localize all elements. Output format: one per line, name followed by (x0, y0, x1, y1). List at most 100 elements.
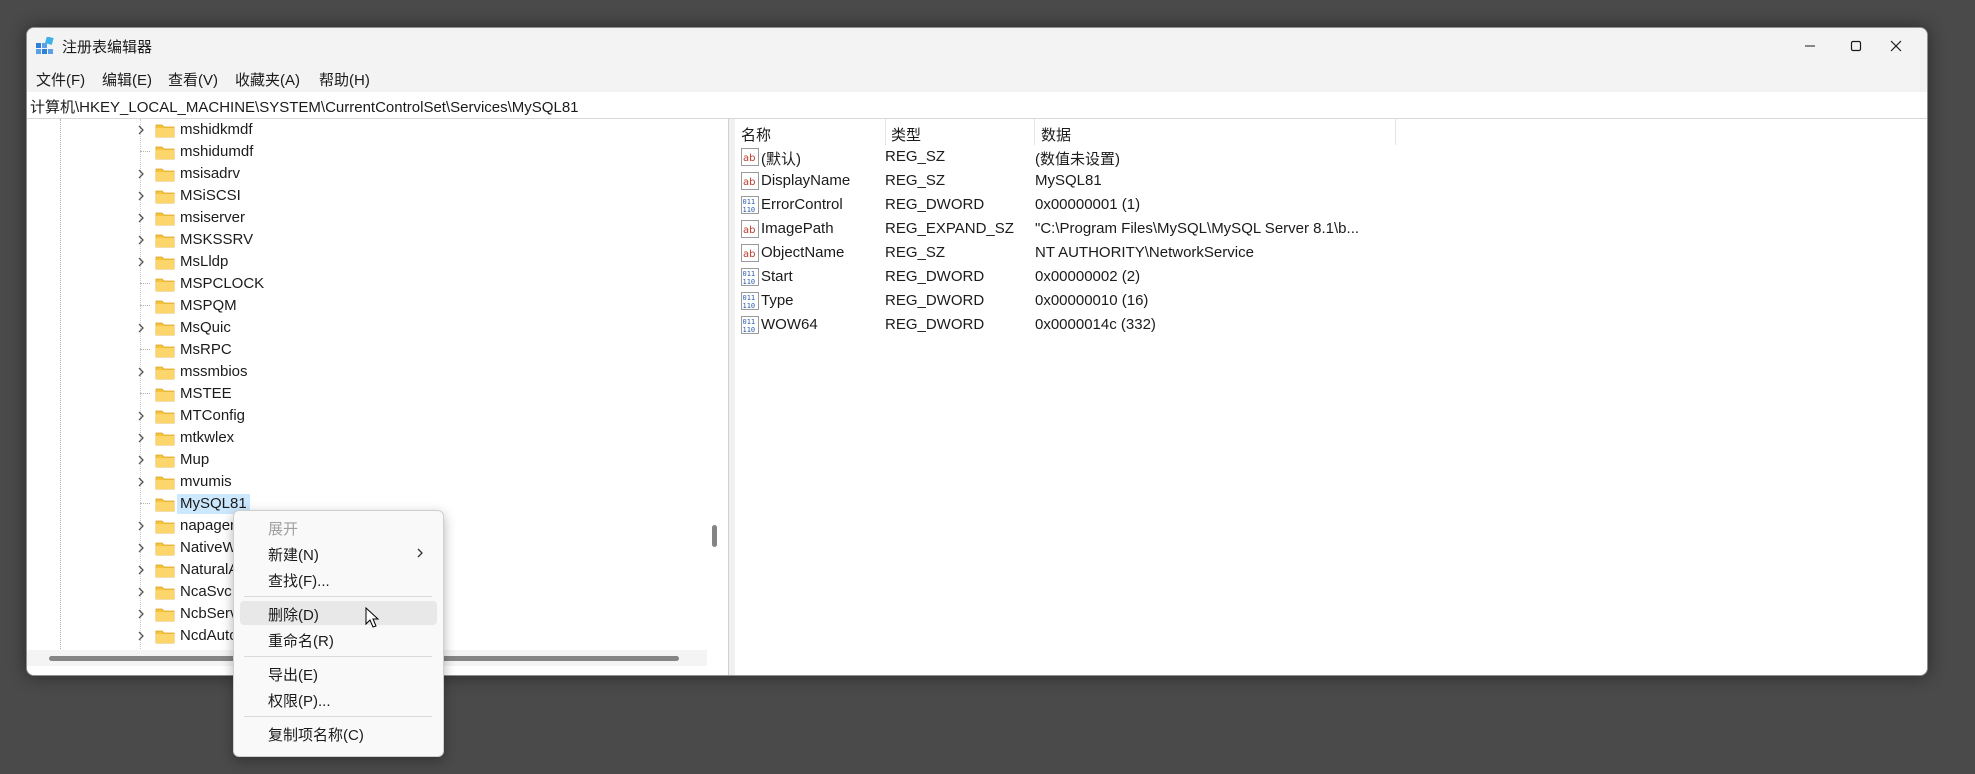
value-row[interactable]: ab (默认) REG_SZ (数值未设置) (735, 145, 1435, 169)
address-bar[interactable]: 计算机\HKEY_LOCAL_MACHINE\SYSTEM\CurrentCon… (27, 92, 1927, 119)
value-type: REG_SZ (885, 172, 946, 189)
chevron-right-icon[interactable] (135, 540, 147, 556)
menu-help[interactable]: 帮助(H) (319, 69, 370, 90)
value-row[interactable]: 011 110 Type REG_DWORD 0x00000010 (16) (735, 289, 1435, 313)
tree-branch-line (140, 283, 150, 284)
value-row[interactable]: 011 110 Start REG_DWORD 0x00000002 (2) (735, 265, 1435, 289)
context-menu-item[interactable]: 权限(P)... (240, 687, 437, 711)
context-menu-item[interactable]: 删除(D) (240, 601, 437, 625)
tree-node[interactable]: MSiSCSI (135, 185, 535, 207)
title-bar[interactable]: 注册表编辑器 (27, 28, 1927, 64)
value-row[interactable]: 011 110 ErrorControl REG_DWORD 0x00000001 (1… (735, 193, 1435, 217)
tree-node[interactable]: msisadrv (135, 163, 535, 185)
close-button[interactable] (1867, 28, 1925, 64)
context-menu-item[interactable]: 新建(N) (240, 541, 437, 565)
tree-node[interactable]: Mup (135, 449, 535, 471)
context-menu-item[interactable]: 复制项名称(C) (240, 721, 437, 745)
chevron-right-icon[interactable] (135, 122, 147, 138)
column-header-name[interactable]: 名称 (735, 119, 886, 145)
context-menu-item[interactable]: 导出(E) (240, 661, 437, 685)
svg-text:011: 011 (743, 198, 756, 206)
binary-value-icon: 011110 (741, 196, 759, 214)
tree-node-label: mvumis (180, 473, 232, 490)
tree-node-label: Mup (180, 451, 210, 468)
value-row[interactable]: 011 110 WOW64 REG_DWORD 0x0000014c (332) (735, 313, 1435, 337)
value-row[interactable]: ab ImagePath REG_EXPAND_SZ "C:\Program File… (735, 217, 1435, 241)
menu-file[interactable]: 文件(F) (36, 69, 85, 90)
tree-node-label: mtkwlex (180, 429, 235, 446)
tree-node[interactable]: MSPCLOCK (135, 273, 535, 295)
binary-value-icon: 011110 (741, 316, 759, 334)
svg-text:011: 011 (743, 270, 756, 278)
folder-icon (155, 542, 175, 556)
chevron-right-icon[interactable] (135, 166, 147, 182)
chevron-right-icon[interactable] (135, 210, 147, 226)
address-path[interactable]: 计算机\HKEY_LOCAL_MACHINE\SYSTEM\CurrentCon… (30, 96, 579, 117)
tree-node[interactable]: MSKSSRV (135, 229, 535, 251)
value-name: (默认) (761, 151, 801, 168)
tree-node[interactable]: MTConfig (135, 405, 535, 427)
chevron-right-icon[interactable] (135, 430, 147, 446)
tree-node[interactable]: MsRPC (135, 339, 535, 361)
folder-icon (155, 124, 175, 138)
chevron-right-icon[interactable] (135, 606, 147, 622)
chevron-right-icon[interactable] (135, 474, 147, 490)
context-menu-item[interactable]: 查找(F)... (240, 567, 437, 591)
context-menu-label: 重命名(R) (268, 633, 334, 650)
chevron-right-icon[interactable] (135, 518, 147, 534)
menu-favorites[interactable]: 收藏夹(A) (235, 69, 300, 90)
tree-node-label: MSPQM (180, 297, 237, 314)
chevron-right-icon[interactable] (135, 628, 147, 644)
value-data: 0x00000010 (16) (1035, 292, 1149, 309)
context-menu-item[interactable]: 重命名(R) (240, 627, 437, 651)
folder-icon (155, 256, 175, 270)
svg-text:011: 011 (743, 294, 756, 302)
tree-node[interactable]: mshidkmdf (135, 119, 535, 141)
tree-node[interactable]: mssmbios (135, 361, 535, 383)
column-header-data[interactable]: 数据 (1035, 119, 1396, 145)
chevron-right-icon[interactable] (135, 254, 147, 270)
tree-node-label: MTConfig (180, 407, 246, 424)
vertical-scroll-thumb[interactable] (712, 525, 717, 547)
registry-editor-icon (36, 37, 54, 54)
chevron-right-icon[interactable] (135, 584, 147, 600)
chevron-right-icon[interactable] (135, 320, 147, 336)
tree-branch-line (140, 151, 150, 152)
tree-node-label: msisadrv (180, 165, 241, 182)
tree-node[interactable]: MSTEE (135, 383, 535, 405)
tree-node-label: MSTEE (180, 385, 232, 402)
context-menu-label: 展开 (268, 521, 299, 538)
tree-node-label: msiserver (180, 209, 246, 226)
chevron-right-icon[interactable] (135, 408, 147, 424)
tree-node[interactable]: mshidumdf (135, 141, 535, 163)
value-type: REG_DWORD (885, 196, 985, 213)
value-name: ObjectName (761, 244, 845, 261)
values-list-pane[interactable]: 名称 类型 数据 ab (默认) REG_SZ (数值未设置) ab DisplayNam… (735, 119, 1927, 675)
menu-bar: 文件(F) 编辑(E) 查看(V) 收藏夹(A) 帮助(H) (27, 64, 1927, 92)
menu-view[interactable]: 查看(V) (168, 69, 218, 90)
value-row[interactable]: ab ObjectName REG_SZ NT AUTHORITY\NetworkSe… (735, 241, 1435, 265)
tree-node[interactable]: MSPQM (135, 295, 535, 317)
svg-text:110: 110 (743, 326, 756, 334)
context-menu-item: 展开 (240, 515, 437, 539)
chevron-right-icon[interactable] (135, 364, 147, 380)
svg-text:ab: ab (743, 153, 755, 164)
chevron-right-icon[interactable] (135, 562, 147, 578)
svg-text:ab: ab (743, 249, 755, 260)
tree-node[interactable]: mtkwlex (135, 427, 535, 449)
chevron-right-icon[interactable] (135, 452, 147, 468)
tree-node[interactable]: msiserver (135, 207, 535, 229)
column-header-type[interactable]: 类型 (885, 119, 1035, 145)
svg-text:ab: ab (743, 225, 755, 236)
string-value-icon: ab (741, 148, 759, 166)
tree-node[interactable]: mvumis (135, 471, 535, 493)
folder-icon (155, 476, 175, 490)
menu-edit[interactable]: 编辑(E) (102, 69, 152, 90)
chevron-right-icon[interactable] (135, 232, 147, 248)
value-row[interactable]: ab DisplayName REG_SZ MySQL81 (735, 169, 1435, 193)
chevron-right-icon[interactable] (135, 188, 147, 204)
folder-icon (155, 410, 175, 424)
tree-node[interactable]: MsQuic (135, 317, 535, 339)
tree-node[interactable]: MsLldp (135, 251, 535, 273)
tree-node-label: mshidkmdf (180, 121, 253, 138)
